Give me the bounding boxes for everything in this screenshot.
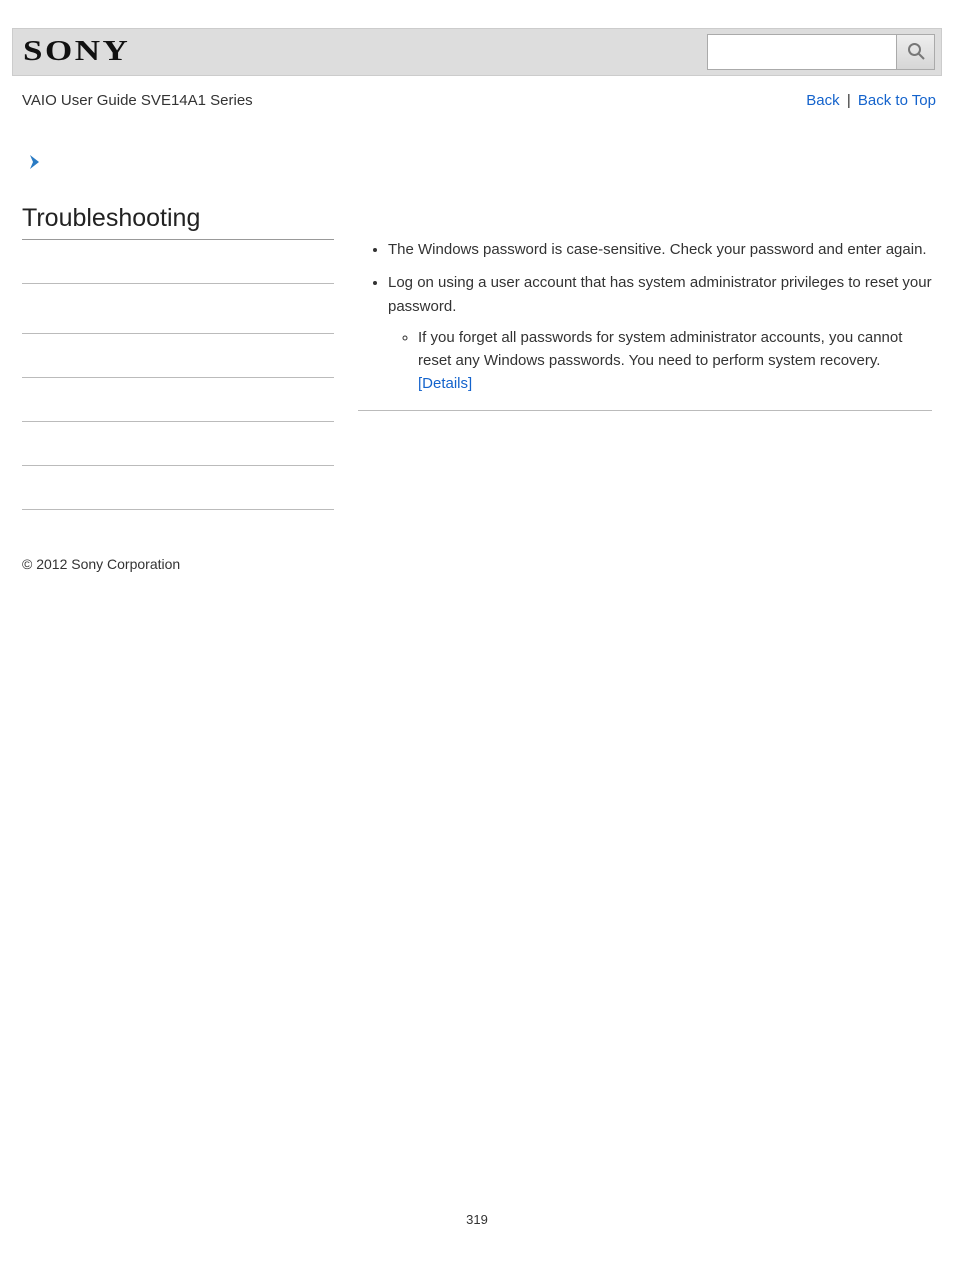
nav-item[interactable] [22,240,334,284]
back-to-top-link[interactable]: Back to Top [858,92,936,109]
search-input[interactable] [707,34,897,70]
header-bar: SONY [12,28,942,76]
sub-header: VAIO User Guide SVE14A1 Series Back | Ba… [22,92,936,109]
sony-logo: SONY [23,36,130,68]
nav-item[interactable] [22,284,334,334]
content-sublist: If you forget all passwords for system a… [388,326,932,396]
content-list: The Windows password is case-sensitive. … [358,238,932,396]
chevron-right-icon [28,158,44,175]
nav-item[interactable] [22,334,334,378]
main-content: The Windows password is case-sensitive. … [334,204,932,411]
content-row: Troubleshooting The Windows password is … [22,204,932,510]
left-nav: Troubleshooting [22,204,334,510]
search-icon [906,41,926,64]
top-links: Back | Back to Top [806,92,936,109]
copyright: © 2012 Sony Corporation [22,556,954,572]
link-separator: | [847,92,851,109]
list-item: The Windows password is case-sensitive. … [388,238,932,261]
search-form [707,34,935,70]
sublist-text: If you forget all passwords for system a… [418,329,902,369]
details-link[interactable]: [Details] [418,375,472,392]
back-link[interactable]: Back [806,92,839,109]
page-title: Troubleshooting [22,204,334,240]
list-item: Log on using a user account that has sys… [388,271,932,395]
list-item-text: Log on using a user account that has sys… [388,274,932,314]
nav-item[interactable] [22,422,334,466]
content-divider [358,410,932,411]
page-number: 319 [0,1212,954,1227]
nav-item[interactable] [22,378,334,422]
guide-title: VAIO User Guide SVE14A1 Series [22,92,253,109]
list-item: If you forget all passwords for system a… [418,326,932,396]
nav-item[interactable] [22,466,334,510]
breadcrumb-arrow[interactable] [28,153,954,176]
search-button[interactable] [897,34,935,70]
